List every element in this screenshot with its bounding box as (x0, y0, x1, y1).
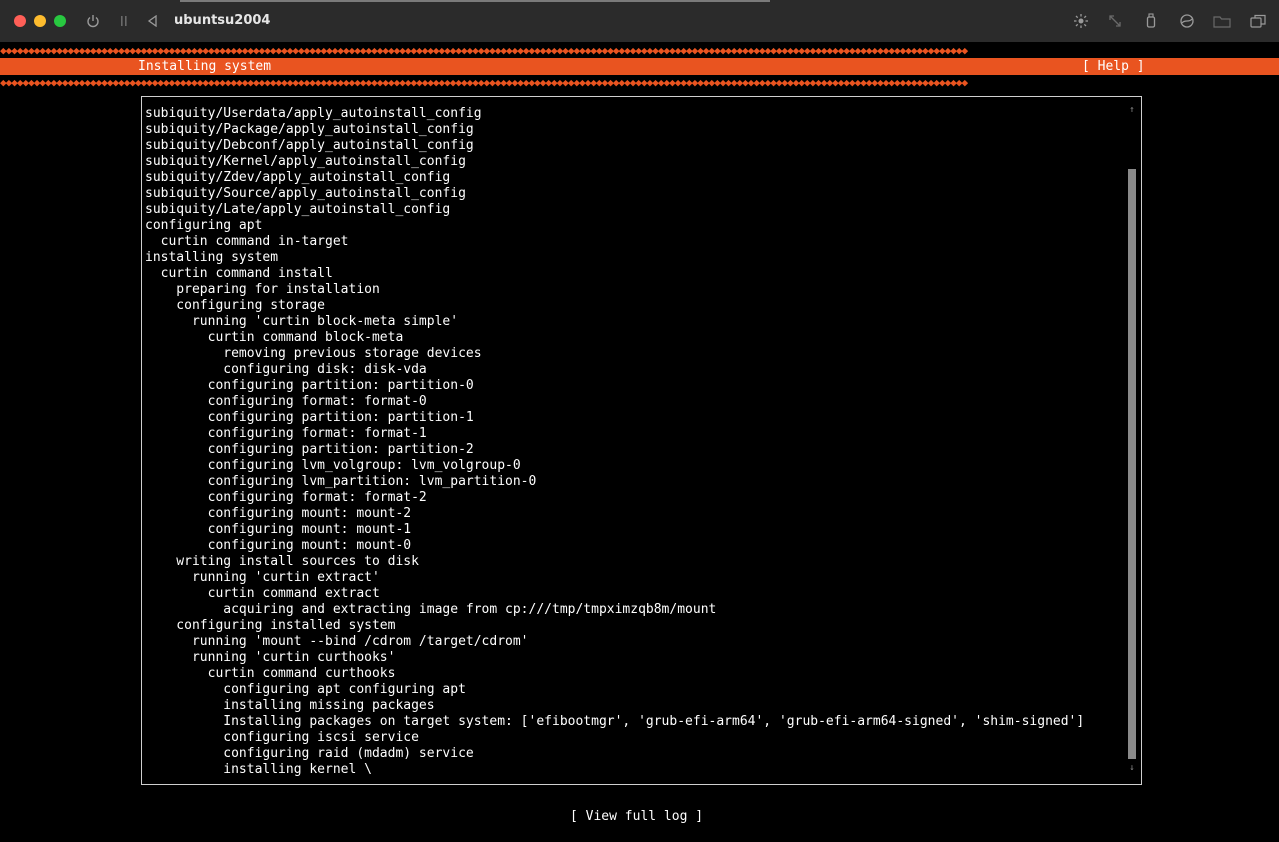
log-line: installing missing packages (145, 698, 435, 713)
log-line: configuring mount: mount-0 (145, 538, 412, 553)
log-line: configuring raid (mdadm) service (145, 746, 474, 761)
log-line: running 'curtin curthooks' (145, 650, 396, 665)
folder-icon[interactable] (1213, 12, 1231, 30)
vm-window-titlebar: ubuntsu2004 (0, 0, 1279, 42)
help-button[interactable]: [ Help ] (1082, 58, 1145, 75)
log-line: preparing for installation (145, 282, 380, 297)
log-line: subiquity/Late/apply_autoinstall_config (145, 202, 451, 217)
resize-icon[interactable] (1106, 12, 1124, 30)
close-light[interactable] (14, 15, 26, 27)
view-full-log-button[interactable]: [ View full log ] (570, 809, 703, 825)
log-line: configuring disk: disk-vda (145, 362, 427, 377)
log-line: subiquity/Zdev/apply_autoinstall_config (145, 170, 451, 185)
log-line: subiquity/Kernel/apply_autoinstall_confi… (145, 154, 466, 169)
zoom-light[interactable] (54, 15, 66, 27)
usb-icon[interactable] (1142, 12, 1160, 30)
installer-header: Installing system [ Help ] (0, 58, 1279, 75)
log-scrollbar[interactable] (1128, 169, 1136, 759)
brightness-icon[interactable] (1072, 12, 1090, 30)
header-pattern-top: ◆◆◆◆◆◆◆◆◆◆◆◆◆◆◆◆◆◆◆◆◆◆◆◆◆◆◆◆◆◆◆◆◆◆◆◆◆◆◆◆… (0, 44, 968, 57)
install-log-panel[interactable]: subiquity/Userdata/apply_autoinstall_con… (141, 96, 1142, 785)
log-line: running 'mount --bind /cdrom /target/cdr… (145, 634, 529, 649)
log-line: running 'curtin block-meta simple' (145, 314, 459, 329)
log-lines: subiquity/Userdata/apply_autoinstall_con… (145, 106, 1084, 778)
windows-icon[interactable] (1249, 12, 1267, 30)
log-line: writing install sources to disk (145, 554, 419, 569)
log-line: acquiring and extracting image from cp:/… (145, 602, 717, 617)
titlebar-progress-line (180, 0, 770, 2)
scroll-down-arrow-icon[interactable]: ↓ (1128, 763, 1136, 773)
vm-title: ubuntsu2004 (174, 13, 271, 28)
page-title: Installing system (138, 59, 272, 74)
log-line: installing kernel \ (145, 762, 372, 777)
log-line: removing previous storage devices (145, 346, 482, 361)
log-line: configuring format: format-2 (145, 490, 427, 505)
log-line: configuring format: format-0 (145, 394, 427, 409)
log-line: configuring partition: partition-1 (145, 410, 474, 425)
log-line: configuring lvm_volgroup: lvm_volgroup-0 (145, 458, 521, 473)
log-line: configuring mount: mount-2 (145, 506, 412, 521)
log-line: subiquity/Debconf/apply_autoinstall_conf… (145, 138, 474, 153)
power-icon[interactable] (84, 12, 102, 30)
vm-screen: ◆◆◆◆◆◆◆◆◆◆◆◆◆◆◆◆◆◆◆◆◆◆◆◆◆◆◆◆◆◆◆◆◆◆◆◆◆◆◆◆… (0, 42, 1279, 842)
log-line: configuring iscsi service (145, 730, 419, 745)
log-line: configuring format: format-1 (145, 426, 427, 441)
log-line: configuring lvm_partition: lvm_partition… (145, 474, 537, 489)
log-line: Installing packages on target system: ['… (145, 714, 1085, 729)
log-line: configuring installed system (145, 618, 396, 633)
header-pattern-bottom: ◆◆◆◆◆◆◆◆◆◆◆◆◆◆◆◆◆◆◆◆◆◆◆◆◆◆◆◆◆◆◆◆◆◆◆◆◆◆◆◆… (0, 76, 968, 89)
log-line: subiquity/Source/apply_autoinstall_confi… (145, 186, 466, 201)
log-line: curtin command install (145, 266, 333, 281)
log-line: subiquity/Userdata/apply_autoinstall_con… (145, 106, 482, 121)
log-line: installing system (145, 250, 279, 265)
log-line: curtin command curthooks (145, 666, 396, 681)
minimize-light[interactable] (34, 15, 46, 27)
log-line: configuring partition: partition-0 (145, 378, 474, 393)
log-line: configuring mount: mount-1 (145, 522, 412, 537)
log-line: curtin command extract (145, 586, 380, 601)
back-icon[interactable] (144, 12, 162, 30)
log-line: subiquity/Package/apply_autoinstall_conf… (145, 122, 474, 137)
log-line: configuring apt configuring apt (145, 682, 466, 697)
network-icon[interactable] (1178, 12, 1196, 30)
pause-icon[interactable] (115, 12, 133, 30)
log-line: configuring apt (145, 218, 263, 233)
log-line: configuring storage (145, 298, 326, 313)
log-line: curtin command in-target (145, 234, 349, 249)
scroll-up-arrow-icon[interactable]: ↑ (1128, 105, 1136, 115)
log-line: running 'curtin extract' (145, 570, 380, 585)
log-line: curtin command block-meta (145, 330, 404, 345)
log-line: configuring partition: partition-2 (145, 442, 474, 457)
